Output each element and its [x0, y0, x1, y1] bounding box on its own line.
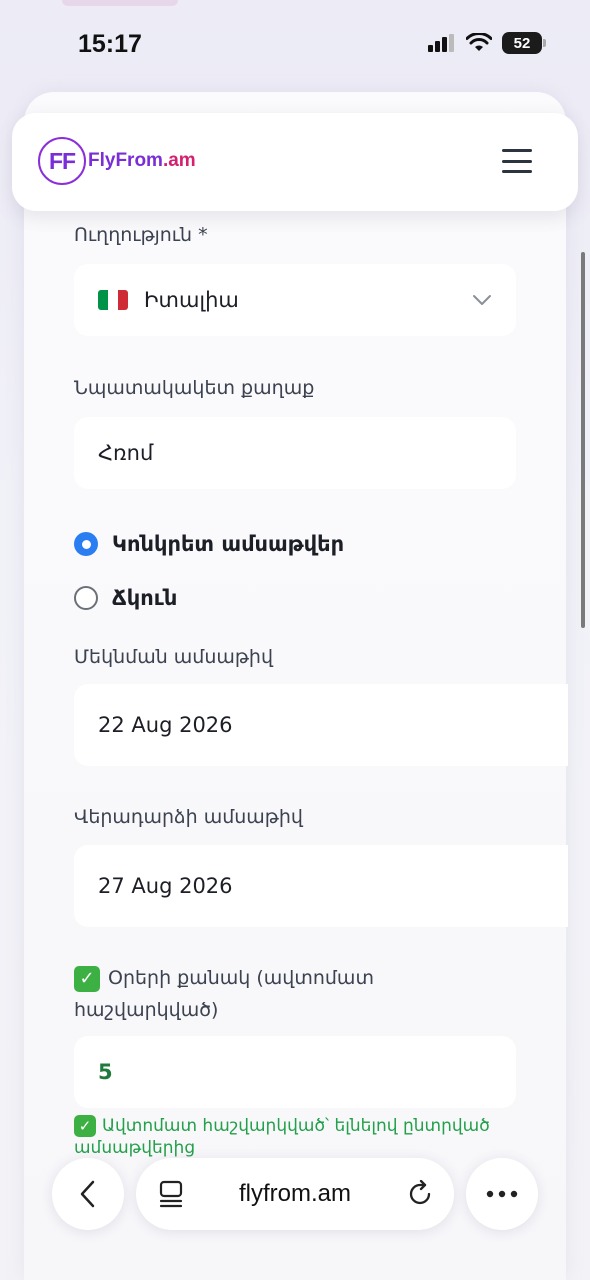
days-input: 5	[74, 1036, 516, 1108]
battery-icon: 52	[502, 32, 546, 54]
radio-unselected-icon	[74, 586, 98, 610]
status-icons: 52	[428, 32, 546, 54]
url-text: flyfrom.am	[238, 1180, 351, 1207]
city-value: Հռոմ	[98, 441, 154, 465]
check-icon: ✓	[74, 965, 100, 992]
departure-label: Մեկնման ամսաթիվ	[74, 646, 274, 668]
city-input[interactable]: Հռոմ	[74, 417, 516, 489]
signal-icon	[428, 34, 454, 52]
radio-flexible[interactable]: Ճկուն	[74, 586, 177, 610]
status-bar: 15:17 52	[0, 0, 590, 90]
departure-date-input[interactable]: 22 Aug 2026	[74, 684, 568, 766]
return-label: Վերադարձի ամսաթիվ	[74, 806, 303, 828]
days-label: ✓ Օրերի քանակ (ավտոմատ հաշվարկված)	[74, 965, 374, 1021]
radio-specific-dates[interactable]: Կոնկրետ ամսաթվեր	[74, 532, 344, 556]
more-dots-icon	[486, 1190, 518, 1198]
status-time: 15:17	[78, 30, 142, 58]
return-date-input[interactable]: 27 Aug 2026	[74, 845, 568, 927]
direction-label: Ուղղություն *	[74, 224, 208, 246]
radio-specific-label: Կոնկրետ ամսաթվեր	[112, 532, 345, 556]
scrollbar[interactable]	[581, 252, 585, 628]
browser-toolbar: flyfrom.am	[0, 1150, 590, 1280]
reload-icon[interactable]	[406, 1180, 434, 1208]
address-bar[interactable]: flyfrom.am	[136, 1158, 454, 1230]
logo-mark: FF	[38, 137, 86, 185]
return-value: 27 Aug 2026	[98, 874, 233, 898]
departure-value: 22 Aug 2026	[98, 713, 233, 737]
direction-value: Իտալիա	[144, 288, 239, 312]
wifi-icon	[466, 33, 492, 51]
city-label: Նպատակակետ քաղաք	[74, 377, 315, 399]
direction-select[interactable]: Իտալիա	[74, 264, 516, 336]
back-button[interactable]	[52, 1158, 124, 1230]
chevron-left-icon	[80, 1180, 95, 1208]
home-indicator	[177, 1263, 413, 1269]
radio-flexible-label: Ճկուն	[112, 586, 178, 610]
more-button[interactable]	[466, 1158, 538, 1230]
italy-flag-icon	[98, 290, 128, 310]
radio-selected-icon	[74, 532, 98, 556]
days-value: 5	[98, 1060, 113, 1084]
site-header: FF FlyFrom.am	[12, 113, 578, 211]
hamburger-icon[interactable]	[502, 149, 532, 173]
logo-text: FlyFrom.am	[88, 150, 196, 171]
chevron-down-icon	[473, 295, 491, 305]
site-logo[interactable]: FF FlyFrom.am	[38, 137, 196, 185]
page-menu-icon	[159, 1180, 183, 1208]
check-icon: ✓	[74, 1115, 96, 1137]
